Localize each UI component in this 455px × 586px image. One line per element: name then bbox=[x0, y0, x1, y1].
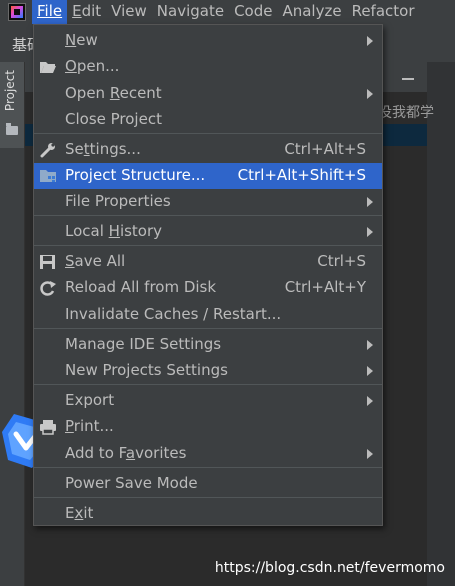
reload-icon bbox=[39, 280, 57, 296]
menu-item-label: Close Project bbox=[65, 110, 162, 128]
menu-separator bbox=[34, 467, 382, 468]
wrench-icon bbox=[39, 142, 57, 158]
project-structure-icon bbox=[39, 168, 57, 184]
menu-item-label: Exit bbox=[65, 504, 94, 522]
menu-item-settings[interactable]: Settings... Ctrl+Alt+S bbox=[34, 137, 382, 163]
menu-item-shortcut: Ctrl+Alt+S bbox=[284, 140, 366, 158]
menu-item-save-all[interactable]: Save All Ctrl+S bbox=[34, 249, 382, 275]
project-tool-tab[interactable]: Project bbox=[0, 62, 24, 148]
menu-item-exit[interactable]: Exit bbox=[34, 501, 382, 527]
background-search-text: 没我都学 bbox=[378, 105, 434, 121]
submenu-arrow-icon bbox=[367, 449, 373, 459]
menu-item-shortcut: Ctrl+Alt+Shift+S bbox=[237, 166, 366, 184]
submenu-arrow-icon bbox=[367, 197, 373, 207]
menu-item-power-save-mode[interactable]: Power Save Mode bbox=[34, 471, 382, 497]
menu-item-new[interactable]: New bbox=[34, 28, 382, 54]
menu-view[interactable]: View bbox=[106, 0, 152, 24]
menu-item-label: Open Recent bbox=[65, 84, 162, 102]
menu-item-label: Reload All from Disk bbox=[65, 278, 217, 296]
submenu-arrow-icon bbox=[367, 89, 373, 99]
print-icon bbox=[39, 419, 57, 435]
menu-separator bbox=[34, 384, 382, 385]
menu-item-new-projects-settings[interactable]: New Projects Settings bbox=[34, 358, 382, 384]
menu-edit[interactable]: Edit bbox=[67, 0, 106, 24]
menu-item-open[interactable]: Open... bbox=[34, 54, 382, 80]
save-icon bbox=[39, 254, 57, 270]
menu-item-label: Local History bbox=[65, 222, 163, 240]
menu-item-label: Print... bbox=[65, 417, 114, 435]
hide-panel-icon[interactable] bbox=[402, 78, 414, 80]
menu-navigate[interactable]: Navigate bbox=[152, 0, 229, 24]
menu-code[interactable]: Code bbox=[229, 0, 277, 24]
menu-item-label: Add to Favorites bbox=[65, 444, 187, 462]
menu-file[interactable]: File bbox=[32, 0, 68, 24]
menu-separator bbox=[34, 133, 382, 134]
submenu-arrow-icon bbox=[367, 340, 373, 350]
menu-item-close-project[interactable]: Close Project bbox=[34, 107, 382, 133]
app-logo-icon bbox=[8, 3, 26, 21]
menu-bar: File Edit View Navigate Code Analyze Ref… bbox=[0, 0, 455, 25]
menu-separator bbox=[34, 497, 382, 498]
menu-item-local-history[interactable]: Local History bbox=[34, 219, 382, 245]
submenu-arrow-icon bbox=[367, 396, 373, 406]
menu-refactor[interactable]: Refactor bbox=[347, 0, 420, 24]
file-menu-dropdown: New Open... Open Recent Close Project Settin… bbox=[33, 24, 383, 526]
submenu-arrow-icon bbox=[367, 36, 373, 46]
menu-separator bbox=[34, 215, 382, 216]
menu-item-label: Settings... bbox=[65, 140, 141, 158]
menu-separator bbox=[34, 245, 382, 246]
menu-item-label: New bbox=[65, 31, 98, 49]
menu-item-print[interactable]: Print... bbox=[34, 414, 382, 440]
menu-item-shortcut: Ctrl+Alt+Y bbox=[284, 278, 366, 296]
menu-analyze[interactable]: Analyze bbox=[277, 0, 346, 24]
left-tool-strip: Project bbox=[0, 62, 25, 586]
menu-item-label: Project Structure... bbox=[65, 166, 206, 184]
menu-item-label: New Projects Settings bbox=[65, 361, 228, 379]
menu-separator bbox=[34, 328, 382, 329]
submenu-arrow-icon bbox=[367, 227, 373, 237]
menu-item-label: Invalidate Caches / Restart... bbox=[65, 305, 282, 323]
folder-open-icon bbox=[39, 59, 57, 75]
editor-scroll-area bbox=[427, 62, 455, 586]
menu-item-label: File Properties bbox=[65, 192, 171, 210]
menu-item-label: Manage IDE Settings bbox=[65, 335, 222, 353]
submenu-arrow-icon bbox=[367, 366, 373, 376]
watermark: https://blog.csdn.net/fevermomo bbox=[214, 560, 445, 576]
folder-icon bbox=[6, 123, 18, 135]
menu-item-reload-all[interactable]: Reload All from Disk Ctrl+Alt+Y bbox=[34, 275, 382, 301]
menu-item-open-recent[interactable]: Open Recent bbox=[34, 81, 382, 107]
menu-item-label: Power Save Mode bbox=[65, 474, 198, 492]
menu-item-project-structure[interactable]: Project Structure... Ctrl+Alt+Shift+S bbox=[34, 163, 382, 189]
menu-item-file-properties[interactable]: File Properties bbox=[34, 189, 382, 215]
menu-item-shortcut: Ctrl+S bbox=[317, 252, 366, 270]
menu-item-manage-ide-settings[interactable]: Manage IDE Settings bbox=[34, 332, 382, 358]
menu-item-label: Save All bbox=[65, 252, 126, 270]
menu-item-label: Export bbox=[65, 391, 115, 409]
menu-item-export[interactable]: Export bbox=[34, 388, 382, 414]
menu-item-label: Open... bbox=[65, 57, 120, 75]
menu-item-invalidate-caches[interactable]: Invalidate Caches / Restart... bbox=[34, 302, 382, 328]
menu-item-add-to-favorites[interactable]: Add to Favorites bbox=[34, 441, 382, 467]
project-tab-label: Project bbox=[3, 70, 17, 112]
